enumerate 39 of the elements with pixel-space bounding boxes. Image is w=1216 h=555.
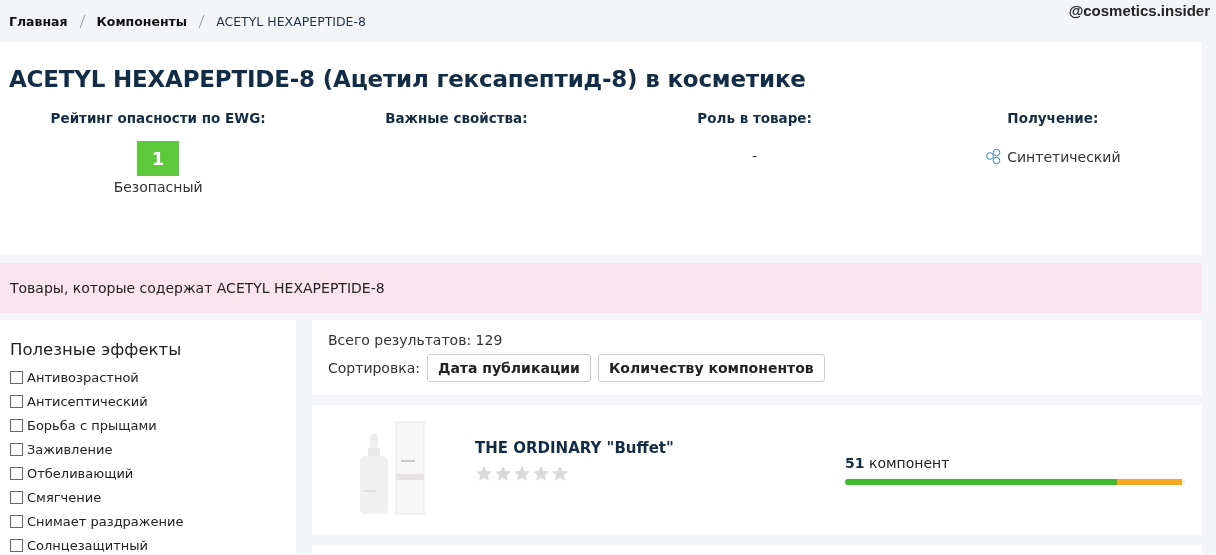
filter-label[interactable]: Заживление xyxy=(27,441,113,457)
checkbox[interactable] xyxy=(10,394,23,408)
sort-button[interactable]: Дата публикации xyxy=(426,354,591,382)
product-name[interactable]: THE ORDINARY "Buffet" xyxy=(475,438,845,457)
molecule-icon xyxy=(985,148,1003,165)
fact-value: Синтетический xyxy=(1007,148,1121,165)
checkbox[interactable] xyxy=(10,538,23,552)
checkbox[interactable] xyxy=(10,466,23,480)
fact-heading: Важные свойства: xyxy=(385,110,528,126)
page-title: ACETYL HEXAPEPTIDE-8 (Ацетил гексапептид-8) в косметике xyxy=(9,65,807,92)
filter-label[interactable]: Солнцезащитный xyxy=(27,537,149,553)
results-count: Всего результатов: 129 xyxy=(328,332,504,348)
handle-text: @cosmetics.insider xyxy=(1068,2,1210,19)
filter-label[interactable]: Борьба с прыщами xyxy=(27,417,157,433)
checkbox[interactable] xyxy=(10,418,23,432)
filter-title: Полезные эффекты xyxy=(10,340,183,359)
checkbox[interactable] xyxy=(10,514,23,528)
filter-label[interactable]: Смягчение xyxy=(27,489,102,505)
checkbox[interactable] xyxy=(10,490,23,504)
fact-heading: Получение: xyxy=(1007,110,1099,126)
fact-value: - xyxy=(752,148,758,164)
rating-caption: Безопасный xyxy=(113,179,203,195)
sort-label: Сортировка: xyxy=(328,360,420,376)
rating-badge: 1 xyxy=(137,141,180,176)
product-card[interactable]: THE ORDINARY "Buffet" 51 компонент xyxy=(312,405,1202,535)
sort-button[interactable]: Количеству компонентов xyxy=(597,354,825,382)
breadcrumb-link[interactable]: ACETYL HEXAPEPTIDE-8 xyxy=(216,13,366,29)
fact-heading: Рейтинг опасности по EWG: xyxy=(50,110,266,126)
checkbox[interactable] xyxy=(10,442,23,456)
breadcrumb-link[interactable]: Компоненты xyxy=(96,13,188,29)
breadcrumb-link[interactable]: Главная xyxy=(9,13,68,29)
fact-heading: Роль в товаре: xyxy=(697,110,812,126)
filter-label[interactable]: Антисептический xyxy=(27,393,148,409)
checkbox[interactable] xyxy=(10,370,23,384)
products-banner: Товары, которые содержат ACETYL HEXAPEPTIDE-8 xyxy=(0,263,1202,313)
filter-label[interactable]: Антивозрастной xyxy=(27,369,139,385)
filter-label[interactable]: Отбеливающий xyxy=(27,465,134,481)
filter-label[interactable]: Снимает раздражение xyxy=(27,513,184,529)
component-count: 51 компонент xyxy=(845,455,950,471)
